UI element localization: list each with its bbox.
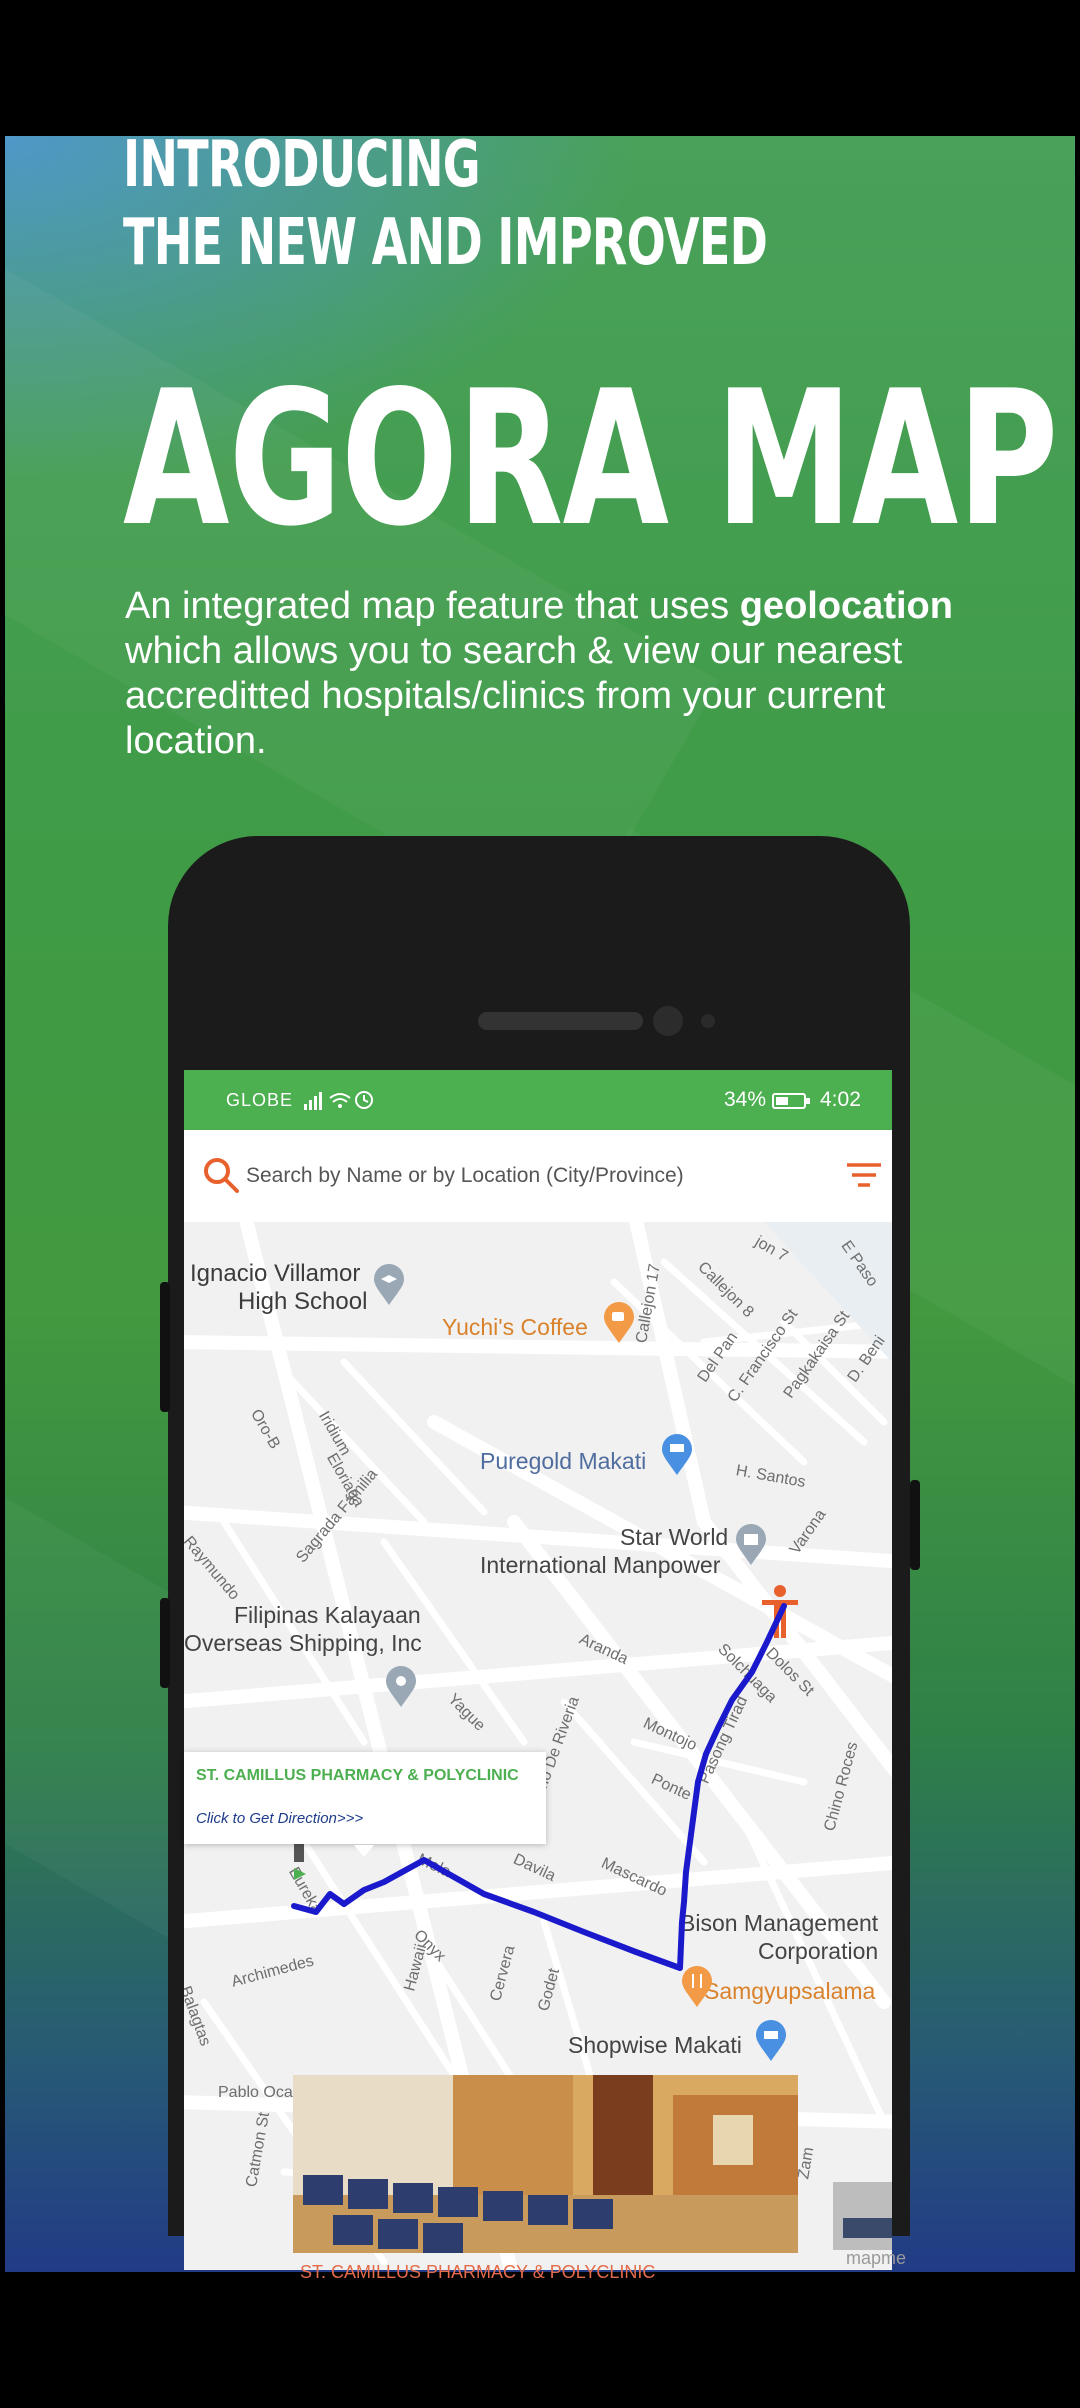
photo-waiting-room (293, 2075, 798, 2253)
search-icon[interactable] (202, 1156, 240, 1194)
get-direction-link[interactable]: Click to Get Direction>>> (196, 1810, 363, 1827)
phone-camera (653, 1006, 683, 1036)
power-button (910, 1480, 920, 1570)
popup-pointer (354, 1845, 374, 1857)
filter-icon[interactable] (846, 1162, 882, 1190)
side-button (160, 1598, 170, 1688)
phone-sensor (701, 1014, 715, 1028)
desc-text-1: An integrated map feature that uses (125, 585, 740, 627)
clinic-popup[interactable]: ST. CAMILLUS PHARMACY & POLYCLINIC Click… (184, 1752, 546, 1844)
desc-bold: geolocation (739, 585, 953, 627)
map-watermark: mapme (846, 2248, 907, 2268)
search-bar (184, 1130, 892, 1222)
search-input[interactable] (244, 1158, 788, 1194)
signal-wifi-icon (304, 1091, 373, 1110)
battery-icon (772, 1093, 810, 1109)
volume-button (160, 1282, 170, 1412)
clinic-card-title[interactable]: ST. CAMILLUS PHARMACY & POLYCLINIC (300, 2262, 655, 2283)
carrier-name: GLOBE (226, 1090, 294, 1110)
promo-description: An integrated map feature that uses geol… (125, 584, 1025, 764)
desc-text-2: which allows you to search & view our ne… (125, 630, 903, 762)
popup-title: ST. CAMILLUS PHARMACY & POLYCLINIC (196, 1767, 519, 1784)
battery-percent: 34% (724, 1088, 767, 1111)
phone-speaker (478, 1012, 643, 1030)
clinic-photo-secondary[interactable] (833, 2182, 892, 2250)
intro-line-2: THE NEW AND IMPROVED (123, 206, 768, 280)
clinic-photo[interactable] (293, 2075, 798, 2253)
status-bar: GLOBE 34% 4:02 (184, 1070, 892, 1130)
status-time: 4:02 (820, 1088, 861, 1111)
intro-line-1: INTRODUCING (123, 128, 481, 202)
promo-title: AGORA MAP (123, 350, 1058, 567)
photo-chairs (833, 2182, 892, 2250)
